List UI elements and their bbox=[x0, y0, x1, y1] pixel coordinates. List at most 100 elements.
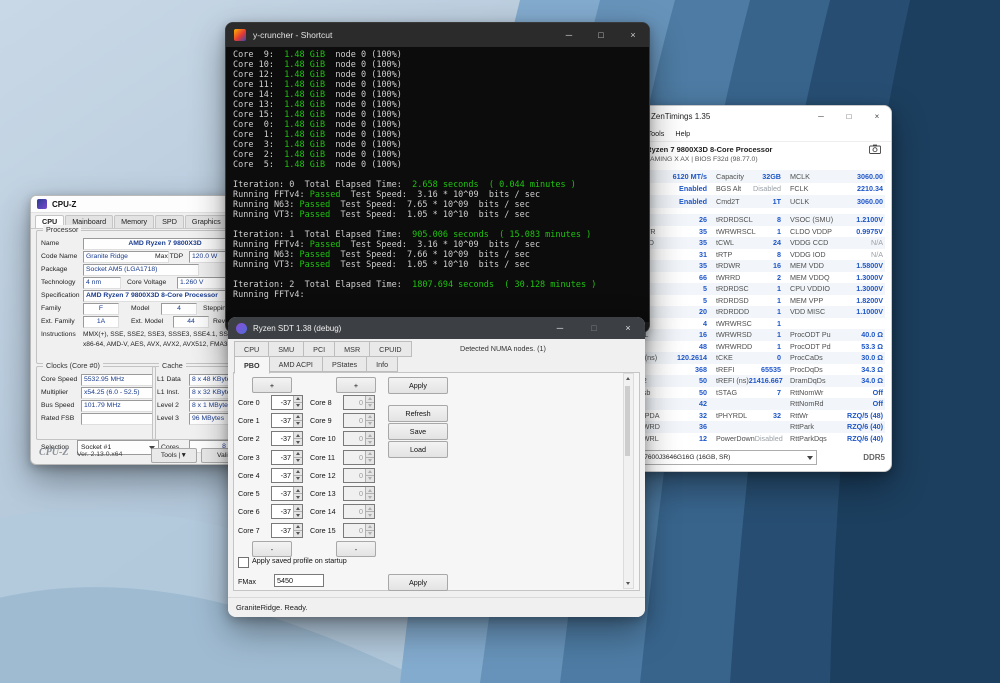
cpuz-tab-memory[interactable]: Memory bbox=[114, 215, 154, 228]
spinner-down-button[interactable] bbox=[293, 476, 302, 482]
spinner-down-button[interactable] bbox=[365, 512, 374, 518]
zt-param-value: 12 bbox=[699, 434, 713, 443]
zt-param-label: DramDqDs bbox=[787, 376, 826, 385]
sdt-core-offset-spinner[interactable]: -37 bbox=[271, 523, 303, 538]
spinner-down-button[interactable] bbox=[293, 403, 302, 409]
spinner-down-button[interactable] bbox=[365, 494, 374, 500]
decrease-all-left-button[interactable]: - bbox=[252, 541, 292, 557]
spinner-up-button[interactable] bbox=[365, 469, 374, 476]
spinner-up-button[interactable] bbox=[293, 505, 302, 512]
maximize-button[interactable]: □ bbox=[577, 317, 611, 339]
sdt-tab-info[interactable]: Info bbox=[366, 356, 398, 372]
sdt-tab-cpu[interactable]: CPU bbox=[234, 341, 269, 357]
spinner-down-button[interactable] bbox=[365, 531, 374, 537]
spinner-down-button[interactable] bbox=[293, 421, 302, 427]
increase-all-right-button[interactable]: + bbox=[336, 377, 376, 393]
sdt-tab-cpuid[interactable]: CPUID bbox=[369, 341, 411, 357]
spinner-up-button[interactable] bbox=[293, 524, 302, 531]
spinner-up-button[interactable] bbox=[293, 414, 302, 421]
sdt-save-button[interactable]: Save bbox=[388, 423, 448, 440]
ycruncher-titlebar[interactable]: y-cruncher - Shortcut ─ □ × bbox=[226, 23, 649, 47]
sdt-refresh-button[interactable]: Refresh bbox=[388, 405, 448, 422]
sdt-core-offset-spinner[interactable]: -37 bbox=[271, 431, 303, 446]
spinner-up-button[interactable] bbox=[293, 396, 302, 403]
dimm-select-dropdown[interactable]: 2: F5-7600J3646G16G (16GB, SR) bbox=[623, 450, 817, 465]
sdt-core-offset-spinner[interactable]: -37 bbox=[271, 450, 303, 465]
spinner-up-button[interactable] bbox=[365, 396, 374, 403]
maximize-button[interactable]: □ bbox=[585, 23, 617, 47]
spinner-down-button[interactable] bbox=[293, 458, 302, 464]
spinner-down-button[interactable] bbox=[293, 531, 302, 537]
close-button[interactable]: × bbox=[617, 23, 649, 47]
sdt-core-offset-spinner[interactable]: -37 bbox=[271, 504, 303, 519]
sdt-core-offset-spinner[interactable]: 0 bbox=[343, 450, 375, 465]
sdt-core-offset-spinner[interactable]: 0 bbox=[343, 523, 375, 538]
sdt-load-button[interactable]: Load bbox=[388, 441, 448, 458]
sdt-core-offset-spinner[interactable]: 0 bbox=[343, 504, 375, 519]
zt-param-value: 3060.00 bbox=[857, 197, 885, 206]
ryzensdt-titlebar[interactable]: Ryzen SDT 1.38 (debug) ─ □ × bbox=[228, 317, 645, 339]
sdt-core-offset-spinner[interactable]: 0 bbox=[343, 486, 375, 501]
sdt-core-offset-spinner[interactable]: -37 bbox=[271, 413, 303, 428]
scrollbar-thumb[interactable] bbox=[625, 386, 630, 456]
sdt-core-offset-spinner[interactable]: -37 bbox=[271, 486, 303, 501]
spinner-up-button[interactable] bbox=[365, 414, 374, 421]
startup-profile-checkbox[interactable] bbox=[238, 557, 249, 568]
spinner-up-button[interactable] bbox=[365, 524, 374, 531]
sdt-tab-amd-acpi[interactable]: AMD ACPI bbox=[269, 356, 323, 372]
sdt-core-offset-spinner[interactable]: 0 bbox=[343, 431, 375, 446]
minimize-button[interactable]: ─ bbox=[553, 23, 585, 47]
zentimings-titlebar[interactable]: ZenTimings 1.35 ─ □ × bbox=[617, 106, 891, 126]
sdt-core-offset-spinner[interactable]: 0 bbox=[343, 395, 375, 410]
cpuz-tab-graphics[interactable]: Graphics bbox=[185, 215, 228, 228]
spinner-down-button[interactable] bbox=[293, 494, 302, 500]
spinner-down-button[interactable] bbox=[293, 439, 302, 445]
spinner-up-button[interactable] bbox=[293, 487, 302, 494]
console-iteration-line: Iteration: 1 Total Elapsed Time: 905.006… bbox=[233, 230, 649, 240]
zt-menu-tools[interactable]: Tools bbox=[648, 129, 665, 138]
spinner-up-button[interactable] bbox=[365, 432, 374, 439]
sdt-core-offset-spinner[interactable]: -37 bbox=[271, 395, 303, 410]
decrease-all-right-button[interactable]: - bbox=[336, 541, 376, 557]
spinner-down-button[interactable] bbox=[293, 512, 302, 518]
sdt-tab-pstates[interactable]: PStates bbox=[322, 356, 367, 372]
zt-menu-help[interactable]: Help bbox=[675, 129, 690, 138]
sdt-core-offset-spinner[interactable]: -37 bbox=[271, 468, 303, 483]
spinner-down-button[interactable] bbox=[365, 421, 374, 427]
cpuz-info-row: Multiplierx54.25 (6.0 - 52.5) bbox=[37, 386, 155, 399]
cpuz-tools-button[interactable]: Tools |▼ bbox=[151, 448, 197, 463]
spinner-up-button[interactable] bbox=[365, 487, 374, 494]
zt-row: tMOD42RttNomRdOff bbox=[623, 398, 885, 410]
spinner-down-button[interactable] bbox=[365, 403, 374, 409]
minimize-button[interactable]: ─ bbox=[807, 106, 835, 126]
sdt-tab-msr[interactable]: MSR bbox=[334, 341, 370, 357]
vertical-scrollbar[interactable] bbox=[623, 373, 634, 589]
spinner-up-button[interactable] bbox=[293, 451, 302, 458]
sdt-core-offset-spinner[interactable]: 0 bbox=[343, 413, 375, 428]
sdt-tab-pbo[interactable]: PBO bbox=[234, 356, 270, 374]
cpuz-version-text: Ver. 2.13.0.x64 bbox=[77, 451, 122, 458]
increase-all-left-button[interactable]: + bbox=[252, 377, 292, 393]
spinner-up-button[interactable] bbox=[365, 451, 374, 458]
zt-param-label: UCLK bbox=[787, 197, 809, 206]
maximize-button[interactable]: □ bbox=[835, 106, 863, 126]
sdt-tab-smu[interactable]: SMU bbox=[268, 341, 304, 357]
close-button[interactable]: × bbox=[863, 106, 891, 126]
fmax-apply-button[interactable]: Apply bbox=[388, 574, 448, 591]
zt-cell: tWRWRSCL1 bbox=[713, 227, 787, 236]
sdt-core-offset-spinner[interactable]: 0 bbox=[343, 468, 375, 483]
sdt-apply-button[interactable]: Apply bbox=[388, 377, 448, 394]
zt-param-label: tPHYRDL bbox=[713, 411, 747, 420]
spinner-up-button[interactable] bbox=[293, 432, 302, 439]
spinner-down-button[interactable] bbox=[365, 476, 374, 482]
fmax-input[interactable] bbox=[274, 574, 324, 587]
close-button[interactable]: × bbox=[611, 317, 645, 339]
spinner-up-button[interactable] bbox=[365, 505, 374, 512]
spinner-up-button[interactable] bbox=[293, 469, 302, 476]
spinner-down-button[interactable] bbox=[365, 439, 374, 445]
screenshot-button[interactable] bbox=[867, 142, 883, 155]
sdt-tab-pci[interactable]: PCI bbox=[303, 341, 335, 357]
spinner-down-button[interactable] bbox=[365, 458, 374, 464]
minimize-button[interactable]: ─ bbox=[543, 317, 577, 339]
cpuz-tab-spd[interactable]: SPD bbox=[155, 215, 184, 228]
